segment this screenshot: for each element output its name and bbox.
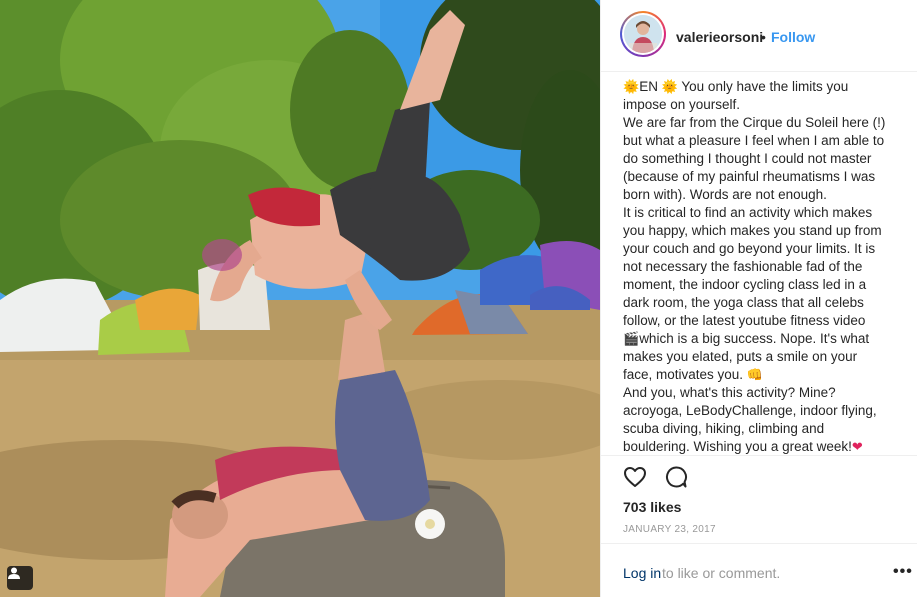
acroyoga-photo [0, 0, 600, 597]
user-tag-button[interactable] [7, 566, 33, 590]
caption-line: 🎬which is a big success. Nope. It's what [623, 330, 913, 348]
speech-bubble-icon [665, 466, 687, 488]
caption-line: 🌞EN 🌞 You only have the limits you [623, 79, 849, 94]
fist-icon: 👊 [746, 367, 764, 382]
caption-line: moment, the indoor cycling class led in … [623, 277, 867, 292]
clapper-icon: 🎬 [623, 331, 640, 346]
login-link[interactable]: Log in [623, 565, 661, 581]
avatar-image [624, 15, 662, 53]
heart-icon: ❤ [851, 439, 863, 454]
caption-line: (because of my painful rheumatisms I was [623, 169, 876, 184]
post-side-panel: valerieorsoni • Follow 🌞EN 🌞 You only ha… [600, 0, 917, 597]
more-options-button[interactable]: ••• [893, 563, 913, 581]
username-link[interactable]: valerieorsoni [676, 29, 763, 45]
post-caption: 🌞EN 🌞 You only have the limits you impos… [623, 78, 913, 454]
caption-line: acroyoga, LeBodyChallenge, indoor flying… [623, 403, 877, 418]
caption-line: We are far from the Cirque du Soleil her… [623, 115, 886, 130]
separator-dot: • [761, 29, 766, 45]
caption-line: It is critical to find an activity which… [623, 205, 873, 220]
like-button[interactable] [623, 465, 647, 494]
avatar-photo [624, 15, 662, 53]
post-header: valerieorsoni • Follow [601, 0, 917, 72]
person-icon [8, 567, 20, 579]
caption-line: you happy, which makes you stand up from [623, 223, 882, 238]
avatar-ring [622, 13, 664, 55]
avatar[interactable] [620, 11, 666, 57]
caption-text: bouldering. Wishing you a great week! [623, 439, 852, 454]
post-photo[interactable] [0, 0, 600, 597]
caption-line: bouldering. Wishing you a great week!❤ [623, 438, 913, 454]
caption-line: follow, or the latest youtube fitness vi… [623, 313, 866, 328]
caption-line: but what a pleasure I feel when I am abl… [623, 133, 885, 148]
caption-line: born with). Words are not enough. [623, 187, 827, 202]
caption-line: do something I thought I could not maste… [623, 151, 872, 166]
caption-text: face, motivates you. [623, 367, 744, 382]
caption-line: face, motivates you. 👊 [623, 366, 913, 384]
sun-icon: 🌞 [661, 79, 678, 94]
like-count[interactable]: 703 likes [623, 499, 681, 515]
caption-line: scuba diving, hiking, climbing and [623, 421, 825, 436]
sun-icon: 🌞 [623, 79, 640, 94]
heart-outline-icon [624, 467, 646, 487]
comment-button[interactable] [664, 465, 688, 494]
follow-button[interactable]: Follow [771, 29, 815, 45]
caption-line: not necessary the fashionable fad of the [623, 259, 863, 274]
caption-line: And you, what's this activity? Mine? [623, 385, 836, 400]
caption-text: which is a big success. Nope. It's what [639, 331, 870, 346]
caption-line: makes you elated, puts a smile on your [623, 349, 858, 364]
post-date[interactable]: JANUARY 23, 2017 [623, 524, 716, 535]
caption-line: dark room, the yoga class that all celeb… [623, 295, 864, 310]
login-prompt-text: to like or comment. [662, 565, 781, 581]
caption-line: your couch and go beyond your limits. It… [623, 241, 876, 256]
caption-line: impose on yourself. [623, 97, 741, 112]
